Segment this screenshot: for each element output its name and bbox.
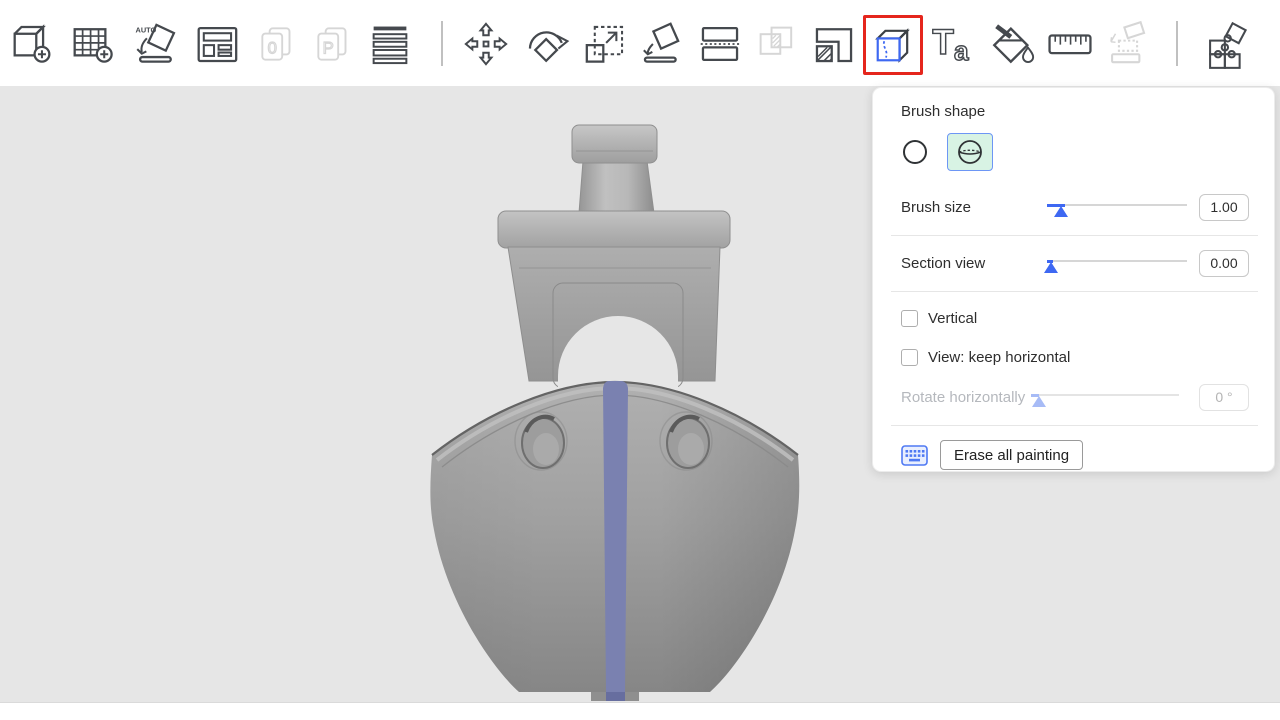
rotate-horizontally-label: Rotate horizontally xyxy=(901,389,1025,406)
brush-size-label: Brush size xyxy=(901,199,1047,216)
text-tool-icon[interactable]: T a xyxy=(928,18,980,70)
brush-shape-options xyxy=(901,133,1274,171)
variable-layer-height-icon[interactable] xyxy=(364,18,416,70)
support-painting-icon[interactable] xyxy=(808,18,860,70)
circle-brush-icon xyxy=(902,139,928,165)
benchy-roof xyxy=(498,211,730,248)
rotate-horizontally-slider-thumb xyxy=(1032,396,1046,407)
seam-painting-panel: Brush shape Brush size 1.00 Section view xyxy=(872,87,1275,472)
vertical-label: Vertical xyxy=(928,310,977,327)
view-keep-horizontal-checkbox[interactable] xyxy=(901,349,918,366)
keyboard-shortcuts-icon[interactable] xyxy=(901,445,928,466)
panel-divider xyxy=(891,425,1258,426)
section-view-slider[interactable] xyxy=(1047,252,1187,274)
brush-size-slider[interactable] xyxy=(1047,196,1187,218)
benchy-porthole-right xyxy=(660,412,712,470)
section-view-value[interactable]: 0.00 xyxy=(1199,250,1249,277)
section-view-label: Section view xyxy=(901,255,1047,272)
brush-shape-label: Brush shape xyxy=(901,103,1274,120)
move-icon[interactable] xyxy=(460,18,512,70)
place-on-face-icon[interactable] xyxy=(636,18,688,70)
view-keep-horizontal-label: View: keep horizontal xyxy=(928,349,1070,366)
rotate-horizontally-row: Rotate horizontally 0 ° xyxy=(901,382,1249,412)
brush-shape-circle-option[interactable] xyxy=(901,133,935,171)
cut-icon[interactable] xyxy=(694,18,746,70)
brush-size-row: Brush size 1.00 xyxy=(901,192,1249,222)
auto-orient-icon[interactable]: AUTO xyxy=(130,18,182,70)
split-objects-glyph: 0 xyxy=(268,38,277,57)
benchy-porthole-left xyxy=(515,412,567,470)
toolbar-separator xyxy=(441,21,443,66)
add-plate-icon[interactable] xyxy=(68,18,120,70)
section-view-slider-thumb[interactable] xyxy=(1044,262,1058,273)
benchy-chimney xyxy=(579,161,654,213)
vertical-checkbox[interactable] xyxy=(901,310,918,327)
toolbar-separator xyxy=(1176,21,1178,66)
brush-size-slider-thumb[interactable] xyxy=(1054,206,1068,217)
panel-divider xyxy=(891,291,1258,292)
brush-shape-sphere-option[interactable] xyxy=(947,133,993,171)
split-to-parts-icon[interactable]: P xyxy=(308,18,360,70)
add-object-icon[interactable] xyxy=(8,18,60,70)
text-tool-T-glyph: T xyxy=(932,23,954,62)
text-tool-a-glyph: a xyxy=(954,36,969,66)
seam-tool-red-highlight-box xyxy=(863,15,923,75)
panel-divider xyxy=(891,235,1258,236)
sphere-brush-icon xyxy=(957,139,983,165)
color-painting-icon[interactable] xyxy=(986,18,1038,70)
assembly-icon[interactable] xyxy=(1102,18,1154,70)
seam-painting-icon[interactable] xyxy=(867,19,919,71)
split-puzzle-icon[interactable] xyxy=(1200,18,1252,70)
measure-icon[interactable] xyxy=(1044,18,1096,70)
vertical-checkbox-row: Vertical xyxy=(901,308,1249,328)
view-keep-horizontal-checkbox-row: View: keep horizontal xyxy=(901,347,1249,367)
erase-all-painting-button[interactable]: Erase all painting xyxy=(940,440,1083,470)
scale-icon[interactable] xyxy=(579,18,631,70)
slicer-app-window: { "toolbar": { "items": [ {"name": "add-… xyxy=(0,0,1280,720)
section-view-row: Section view 0.00 xyxy=(901,248,1249,278)
main-toolbar: AUTO 0 P xyxy=(0,0,1280,86)
benchy-boat-model xyxy=(407,110,823,706)
mesh-boolean-icon[interactable] xyxy=(751,18,803,70)
rotate-horizontally-slider xyxy=(1031,386,1179,408)
arrange-icon[interactable] xyxy=(192,18,244,70)
panel-bottom-row: Erase all painting xyxy=(901,439,1249,471)
split-parts-glyph: P xyxy=(323,38,334,57)
rotate-icon[interactable] xyxy=(521,18,573,70)
benchy-seam-stripe xyxy=(603,381,628,692)
brush-size-value[interactable]: 1.00 xyxy=(1199,194,1249,221)
split-to-objects-icon[interactable]: 0 xyxy=(252,18,304,70)
rotate-horizontally-value: 0 ° xyxy=(1199,384,1249,411)
